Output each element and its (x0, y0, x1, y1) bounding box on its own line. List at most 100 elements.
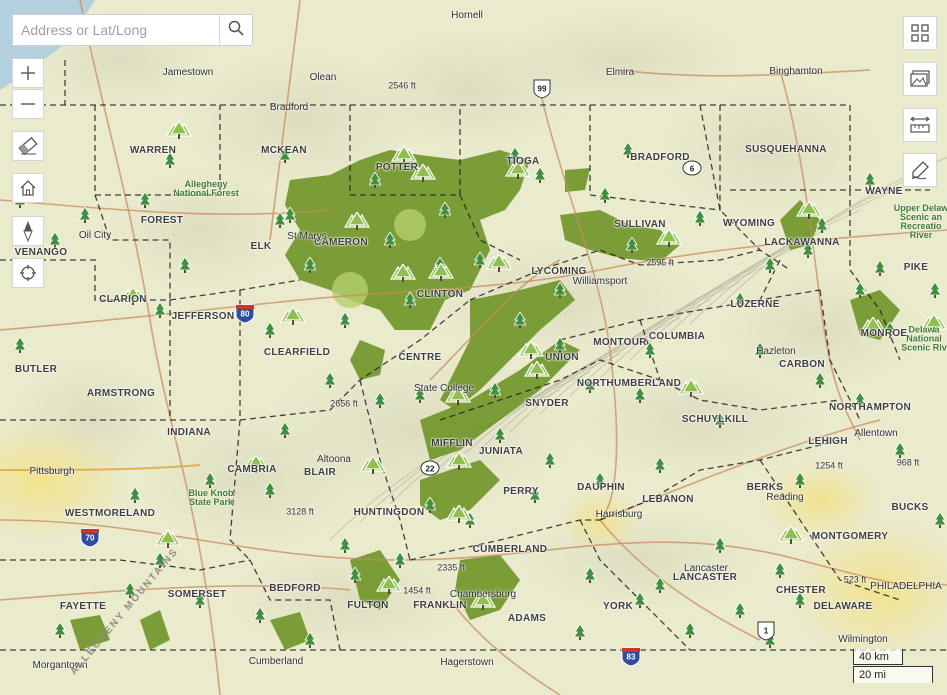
county-label: BUTLER (14, 364, 58, 375)
city-label: Oil City (78, 230, 112, 241)
city-label: Cumberland (248, 656, 304, 667)
county-label: DELAWARE (813, 601, 873, 612)
county-label: BUCKS (891, 502, 929, 513)
highway-shield: 80 (235, 304, 255, 324)
elevation-label: 968 ft (896, 457, 920, 468)
ruler-icon (910, 116, 930, 134)
county-label: ELK (250, 241, 272, 252)
city-label: Reading (766, 492, 804, 503)
elevation-label: 2656 ft (330, 398, 358, 409)
map-view[interactable]: 99 6 80 22 70 1 83 WARREN MCKEAN POTTER TIOGA BRAD… (0, 0, 947, 695)
eraser-icon (18, 137, 38, 155)
home-button[interactable] (12, 173, 44, 203)
image-button[interactable] (903, 62, 937, 96)
search-bar (12, 14, 253, 46)
city-label: Williamsport (572, 276, 628, 287)
city-label: Allentown (854, 428, 898, 439)
search-button[interactable] (219, 15, 252, 45)
county-label: MONTOUR (593, 337, 647, 348)
image-icon (910, 70, 930, 88)
basemap-gallery-button[interactable] (903, 16, 937, 50)
zoom-out-button[interactable] (12, 89, 44, 119)
elevation-label: 523 ft (843, 574, 867, 585)
city-label: Harrisburg (595, 509, 643, 520)
elevation-label: 3128 ft (286, 506, 314, 517)
highway-shield: 1 (757, 621, 775, 641)
home-icon (19, 179, 37, 197)
highway-shield: 22 (420, 460, 440, 476)
svg-text:80: 80 (241, 310, 250, 319)
city-label: St Marys (287, 231, 327, 242)
park-label: Allegheny National Forest (173, 179, 239, 198)
pen-icon (910, 160, 930, 180)
highway-shield: 83 (621, 647, 641, 667)
grid-icon (911, 24, 929, 42)
county-label: SULLIVAN (614, 219, 666, 230)
county-label: ARMSTRONG (86, 388, 156, 399)
elevation-label: 2335 ft (437, 562, 465, 573)
county-label: CLARION (99, 294, 147, 305)
county-label: WESTMORELAND (64, 508, 156, 519)
city-label: Hornell (451, 10, 483, 21)
county-label: BEDFORD (269, 583, 321, 594)
county-label: CLEARFIELD (263, 347, 331, 358)
city-label: Binghamton (769, 66, 823, 77)
county-label: CARBON (779, 359, 825, 370)
county-label: LEHIGH (808, 436, 848, 447)
city-label: Bradford (269, 102, 309, 113)
county-label: LACKAWANNA (764, 237, 840, 248)
city-label: Pittsburgh (29, 466, 75, 477)
city-label: Olean (309, 72, 337, 83)
county-label: WAYNE (865, 186, 903, 197)
county-label: MONTGOMERY (811, 531, 889, 542)
county-label: JEFFERSON (171, 311, 235, 322)
county-label: MCKEAN (261, 145, 307, 156)
county-label: SNYDER (525, 398, 569, 409)
city-label: State College (413, 383, 475, 394)
minus-icon (20, 96, 36, 112)
county-label: PERRY (503, 486, 539, 497)
county-label: TIOGA (506, 156, 540, 167)
locate-button[interactable] (12, 258, 44, 288)
elevation-label: 1454 ft (403, 585, 431, 596)
svg-text:22: 22 (426, 465, 435, 474)
svg-text:70: 70 (86, 534, 95, 543)
county-label: MIFFLIN (431, 438, 473, 449)
eraser-button[interactable] (12, 131, 44, 161)
county-label: HUNTINGDON (353, 507, 425, 518)
county-label: CAMBRIA (227, 464, 277, 475)
elevation-label: 2546 ft (388, 80, 416, 91)
zoom-in-button[interactable] (12, 58, 44, 88)
highway-shield: 99 (533, 79, 551, 99)
compass-button[interactable] (12, 216, 44, 246)
city-label: Jamestown (162, 67, 214, 78)
park-label: Delawa National Scenic Riv (901, 324, 947, 353)
county-label: COLUMBIA (648, 331, 706, 342)
county-label: POTTER (375, 162, 419, 173)
park-label: Upper Delaw Scenic an Recreatio River (893, 203, 947, 240)
county-label: DAUPHIN (577, 482, 625, 493)
search-input[interactable] (13, 15, 221, 45)
county-label: FULTON (347, 600, 389, 611)
county-label: PIKE (903, 262, 929, 273)
county-label: YORK (602, 601, 634, 612)
county-label: UNION (545, 352, 579, 363)
draw-button[interactable] (903, 153, 937, 187)
highway-shield: 6 (682, 160, 702, 176)
county-label: VENANGO (14, 247, 68, 258)
city-label: Altoona (317, 454, 351, 465)
city-label: Hazleton (756, 346, 796, 357)
county-label: CHESTER (776, 585, 826, 596)
city-label: Elmira (605, 67, 635, 78)
county-label: SOMERSET (167, 589, 227, 600)
compass-icon (20, 220, 36, 242)
city-label: Lancaster (684, 563, 728, 574)
highway-shield: 70 (80, 528, 100, 548)
county-label: LUZERNE (730, 299, 780, 310)
county-label: BRADFORD (630, 152, 690, 163)
county-label: NORTHUMBERLAND (576, 378, 682, 389)
svg-text:6: 6 (690, 165, 695, 174)
measure-button[interactable] (903, 108, 937, 142)
county-label: SUSQUEHANNA (745, 144, 827, 155)
county-label: WYOMING (722, 218, 776, 229)
